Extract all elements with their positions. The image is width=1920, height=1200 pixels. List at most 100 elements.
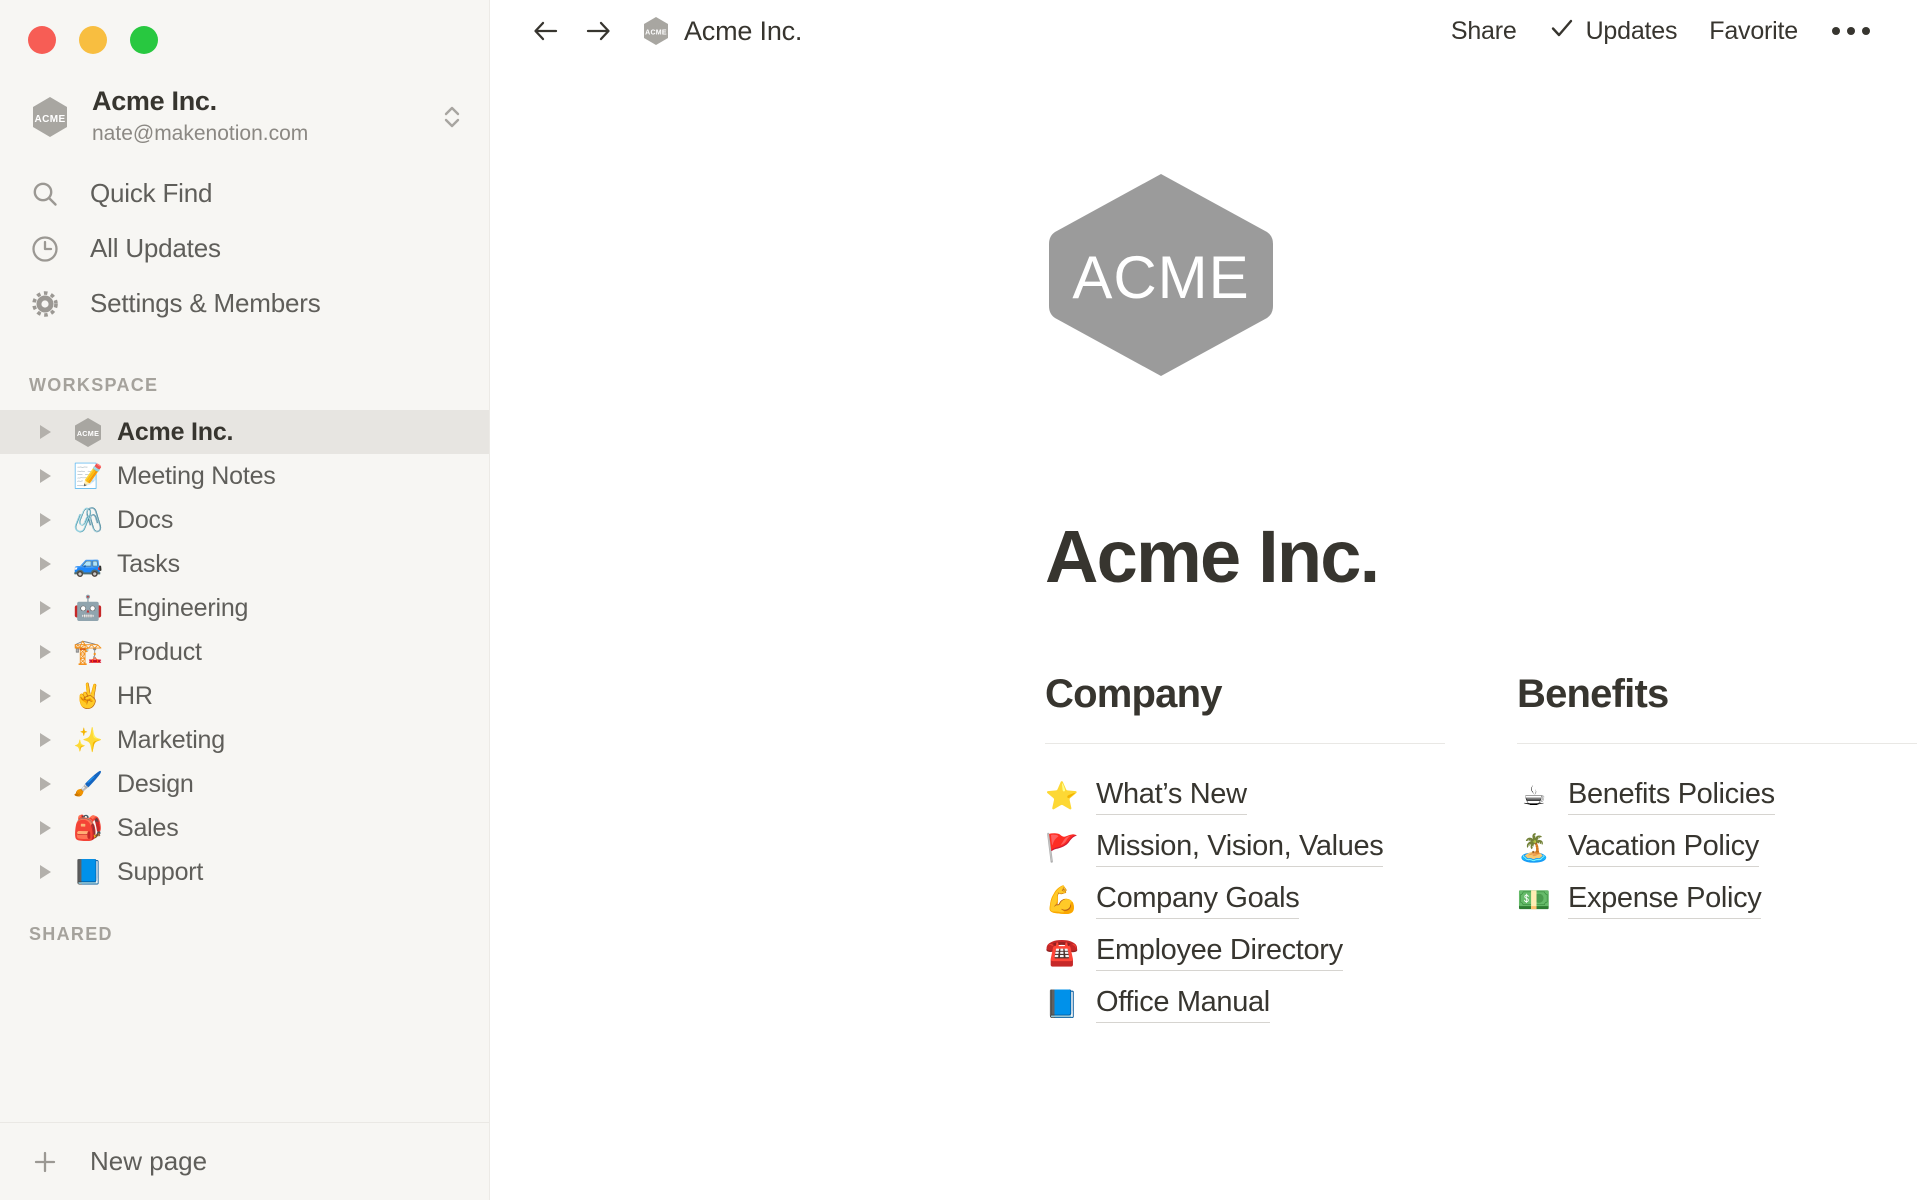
maximize-window-button[interactable] <box>130 26 158 54</box>
svg-text:ACME: ACME <box>645 30 667 37</box>
sidebar-page-support[interactable]: 📘 Support <box>0 850 489 894</box>
check-icon <box>1549 15 1575 48</box>
disclosure-triangle-icon[interactable] <box>40 733 51 747</box>
page-link-label: Office Manual <box>1096 986 1270 1023</box>
link-emoji-icon: 🚩 <box>1045 832 1079 864</box>
disclosure-triangle-icon[interactable] <box>40 821 51 835</box>
link-emoji-icon: ☕ <box>1521 780 1547 812</box>
sidebar-nav-list: Quick Find All Updates Settings & Member… <box>0 166 489 331</box>
page-emoji-icon: 📘 <box>73 858 103 886</box>
sidebar-page-sales[interactable]: 🎒 Sales <box>0 806 489 850</box>
sidebar-pages-list: ACME Acme Inc. 📝 Meeting Notes 🖇️ Docs 🚙 Tasks 🤖… <box>0 410 489 894</box>
minimize-window-button[interactable] <box>79 26 107 54</box>
new-page-button[interactable]: New page <box>0 1122 489 1200</box>
page-link-label: Employee Directory <box>1096 934 1343 971</box>
page-link[interactable]: 💵 Expense Policy <box>1517 874 1917 926</box>
page-link[interactable]: 💪 Company Goals <box>1045 874 1445 926</box>
sidebar-item-quick-find-label: Quick Find <box>90 178 213 208</box>
page-title: Acme Inc. <box>1045 515 1380 598</box>
link-list: ⭐ What’s New 🚩 Mission, Vision, Values 💪 Comp… <box>1045 770 1445 1030</box>
disclosure-triangle-icon[interactable] <box>40 425 51 439</box>
page-link-label: Benefits Policies <box>1568 778 1775 815</box>
page-emoji-icon: 📝 <box>73 462 103 490</box>
topbar-right-group: Share Updates Favorite <box>1435 9 1884 54</box>
arrow-left-icon[interactable] <box>520 9 572 53</box>
acme-hexagon-logo-icon: ACME <box>1045 170 1277 380</box>
svg-text:ACME: ACME <box>77 429 99 438</box>
sidebar-page-docs[interactable]: 🖇️ Docs <box>0 498 489 542</box>
acme-hexagon-badge-icon: ACME <box>73 417 103 448</box>
breadcrumb[interactable]: ACME Acme Inc. <box>642 16 802 47</box>
favorite-label: Favorite <box>1709 16 1798 45</box>
column-benefits: Benefits ☕ Benefits Policies 🏝️ Vacation Pol… <box>1517 672 1917 1030</box>
link-list: ☕ Benefits Policies 🏝️ Vacation Policy 💵 Expe… <box>1517 770 1917 926</box>
disclosure-triangle-icon[interactable] <box>40 777 51 791</box>
column-heading: Company <box>1045 672 1222 716</box>
disclosure-triangle-icon[interactable] <box>40 513 51 527</box>
page-link-label: Company Goals <box>1096 882 1300 919</box>
link-columns: Company ⭐ What’s New 🚩 Mission, Vision, Valu… <box>1045 672 1920 1030</box>
sidebar-page-label: Support <box>117 857 204 886</box>
sidebar-page-label: Meeting Notes <box>117 461 276 490</box>
column-divider <box>1045 743 1445 744</box>
sidebar-page-meeting-notes[interactable]: 📝 Meeting Notes <box>0 454 489 498</box>
page-link[interactable]: 🏝️ Vacation Policy <box>1517 822 1917 874</box>
sidebar-page-label: Engineering <box>117 593 249 622</box>
page-link[interactable]: 📘 Office Manual <box>1045 978 1445 1030</box>
breadcrumb-title: Acme Inc. <box>684 15 803 46</box>
page-link[interactable]: ⭐ What’s New <box>1045 770 1445 822</box>
arrow-right-icon[interactable] <box>572 9 624 53</box>
sidebar-page-design[interactable]: 🖌️ Design <box>0 762 489 806</box>
disclosure-triangle-icon[interactable] <box>40 865 51 879</box>
svg-text:ACME: ACME <box>34 114 65 125</box>
sidebar-page-hr[interactable]: ✌️ HR <box>0 674 489 718</box>
share-label: Share <box>1450 16 1517 45</box>
search-icon <box>30 179 70 209</box>
column-divider <box>1517 743 1917 744</box>
share-button[interactable]: Share <box>1435 11 1533 52</box>
sidebar-page-label: Design <box>117 769 194 798</box>
page-link-label: Expense Policy <box>1568 882 1762 919</box>
workspace-name: Acme Inc. <box>92 86 217 117</box>
svg-text:ACME: ACME <box>1072 244 1249 311</box>
page-link[interactable]: ☕ Benefits Policies <box>1517 770 1917 822</box>
updates-button[interactable]: Updates <box>1533 9 1694 54</box>
favorite-button[interactable]: Favorite <box>1693 11 1814 52</box>
new-page-label: New page <box>90 1146 208 1176</box>
page-link-label: Mission, Vision, Values <box>1096 830 1384 867</box>
disclosure-triangle-icon[interactable] <box>40 645 51 659</box>
close-window-button[interactable] <box>28 26 56 54</box>
column-company: Company ⭐ What’s New 🚩 Mission, Vision, Valu… <box>1045 672 1445 1030</box>
disclosure-triangle-icon[interactable] <box>40 601 51 615</box>
sidebar-page-acme-inc[interactable]: ACME Acme Inc. <box>0 410 489 454</box>
sidebar-page-label: Marketing <box>117 725 225 754</box>
sidebar-item-settings-members-label: Settings & Members <box>90 288 321 318</box>
main-content: ACME Acme Inc. Share Updates Favorite AC… <box>490 0 1920 1200</box>
sidebar-page-marketing[interactable]: ✨ Marketing <box>0 718 489 762</box>
chevron-up-down-icon[interactable] <box>437 103 467 131</box>
sidebar-page-tasks[interactable]: 🚙 Tasks <box>0 542 489 586</box>
disclosure-triangle-icon[interactable] <box>40 557 51 571</box>
acme-hexagon-badge-icon: ACME <box>642 16 670 46</box>
disclosure-triangle-icon[interactable] <box>40 469 51 483</box>
sidebar-item-all-updates[interactable]: All Updates <box>0 221 489 276</box>
workspace-switcher[interactable]: ACME Acme Inc. nate@makenotion.com <box>0 82 489 152</box>
ellipsis-icon[interactable] <box>1814 21 1884 41</box>
acme-hexagon-badge-icon: ACME <box>30 96 70 138</box>
page-link[interactable]: ☎️ Employee Directory <box>1045 926 1445 978</box>
page-emoji-icon: ✨ <box>73 726 103 754</box>
link-emoji-icon: 💪 <box>1045 884 1079 916</box>
sidebar-page-label: Acme Inc. <box>117 417 234 446</box>
sidebar-page-product[interactable]: 🏗️ Product <box>0 630 489 674</box>
sidebar-page-engineering[interactable]: 🤖 Engineering <box>0 586 489 630</box>
sidebar-item-quick-find[interactable]: Quick Find <box>0 166 489 221</box>
sidebar-item-settings-members[interactable]: Settings & Members <box>0 276 489 331</box>
clock-icon <box>30 234 70 264</box>
disclosure-triangle-icon[interactable] <box>40 689 51 703</box>
sidebar-page-label: HR <box>117 681 153 710</box>
page-link-label: What’s New <box>1096 778 1247 815</box>
page-link[interactable]: 🚩 Mission, Vision, Values <box>1045 822 1445 874</box>
page-body: ACME Acme Inc. Company ⭐ What’s New 🚩 Missio… <box>490 62 1920 1030</box>
sidebar: ACME Acme Inc. nate@makenotion.com Quick… <box>0 0 490 1200</box>
page-emoji-icon: 🏗️ <box>73 638 103 666</box>
